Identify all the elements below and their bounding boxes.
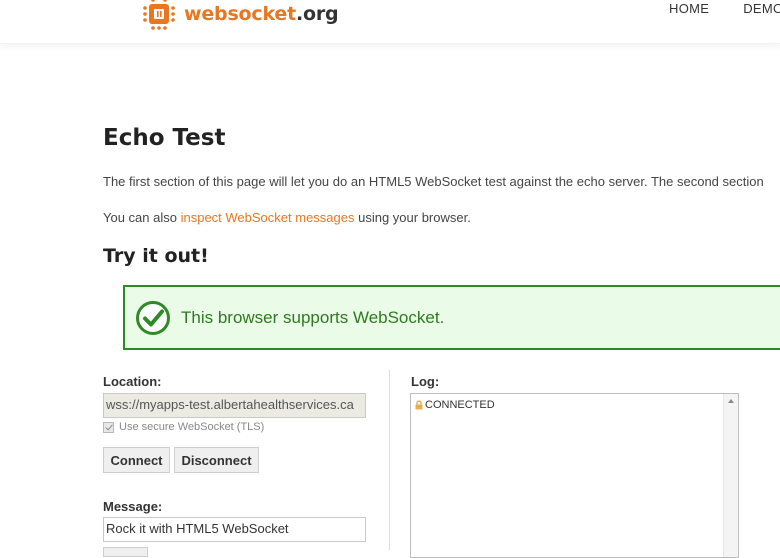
disconnect-button[interactable]: Disconnect bbox=[174, 447, 259, 473]
scroll-up-icon[interactable] bbox=[728, 399, 734, 403]
log-label: Log: bbox=[411, 374, 440, 389]
logo-text: websocket.org bbox=[184, 3, 339, 25]
support-status-box: This browser supports WebSocket. bbox=[123, 285, 780, 350]
tls-label: Use secure WebSocket (TLS) bbox=[119, 421, 265, 433]
tls-option: Use secure WebSocket (TLS) bbox=[103, 421, 264, 433]
inspect-messages-link[interactable]: inspect WebSocket messages bbox=[181, 210, 355, 225]
intro-paragraph: The first section of this page will let … bbox=[103, 174, 764, 189]
log-entry: CONNECTED bbox=[415, 399, 495, 411]
message-label: Message: bbox=[103, 499, 163, 514]
nav-item-home[interactable]: HOME bbox=[669, 1, 709, 16]
message-input[interactable]: Rock it with HTML5 WebSocket bbox=[103, 517, 366, 542]
location-input[interactable]: wss://myapps-test.albertahealthservices.… bbox=[103, 393, 366, 418]
try-it-out-heading: Try it out! bbox=[103, 245, 209, 267]
page-title: Echo Test bbox=[103, 125, 226, 151]
site-logo[interactable]: websocket.org bbox=[140, 0, 339, 32]
site-header: websocket.org HOME DEMOS bbox=[0, 0, 780, 44]
tls-checkbox[interactable] bbox=[103, 421, 114, 433]
support-message: This browser supports WebSocket. bbox=[181, 307, 445, 327]
log-output[interactable]: CONNECTED bbox=[410, 393, 739, 558]
nav-item-demos[interactable]: DEMOS bbox=[743, 1, 780, 16]
log-entry-text: CONNECTED bbox=[425, 399, 495, 411]
location-label: Location: bbox=[103, 374, 162, 389]
lock-icon bbox=[415, 400, 423, 410]
log-scrollbar[interactable] bbox=[723, 394, 738, 557]
send-button[interactable] bbox=[103, 547, 148, 557]
column-divider bbox=[389, 370, 390, 550]
check-circle-icon bbox=[136, 300, 170, 335]
inspect-paragraph: You can also inspect WebSocket messages … bbox=[103, 210, 471, 225]
websocket-logo-icon bbox=[143, 0, 175, 30]
connect-button[interactable]: Connect bbox=[103, 447, 170, 473]
main-nav: HOME DEMOS bbox=[669, 1, 780, 16]
